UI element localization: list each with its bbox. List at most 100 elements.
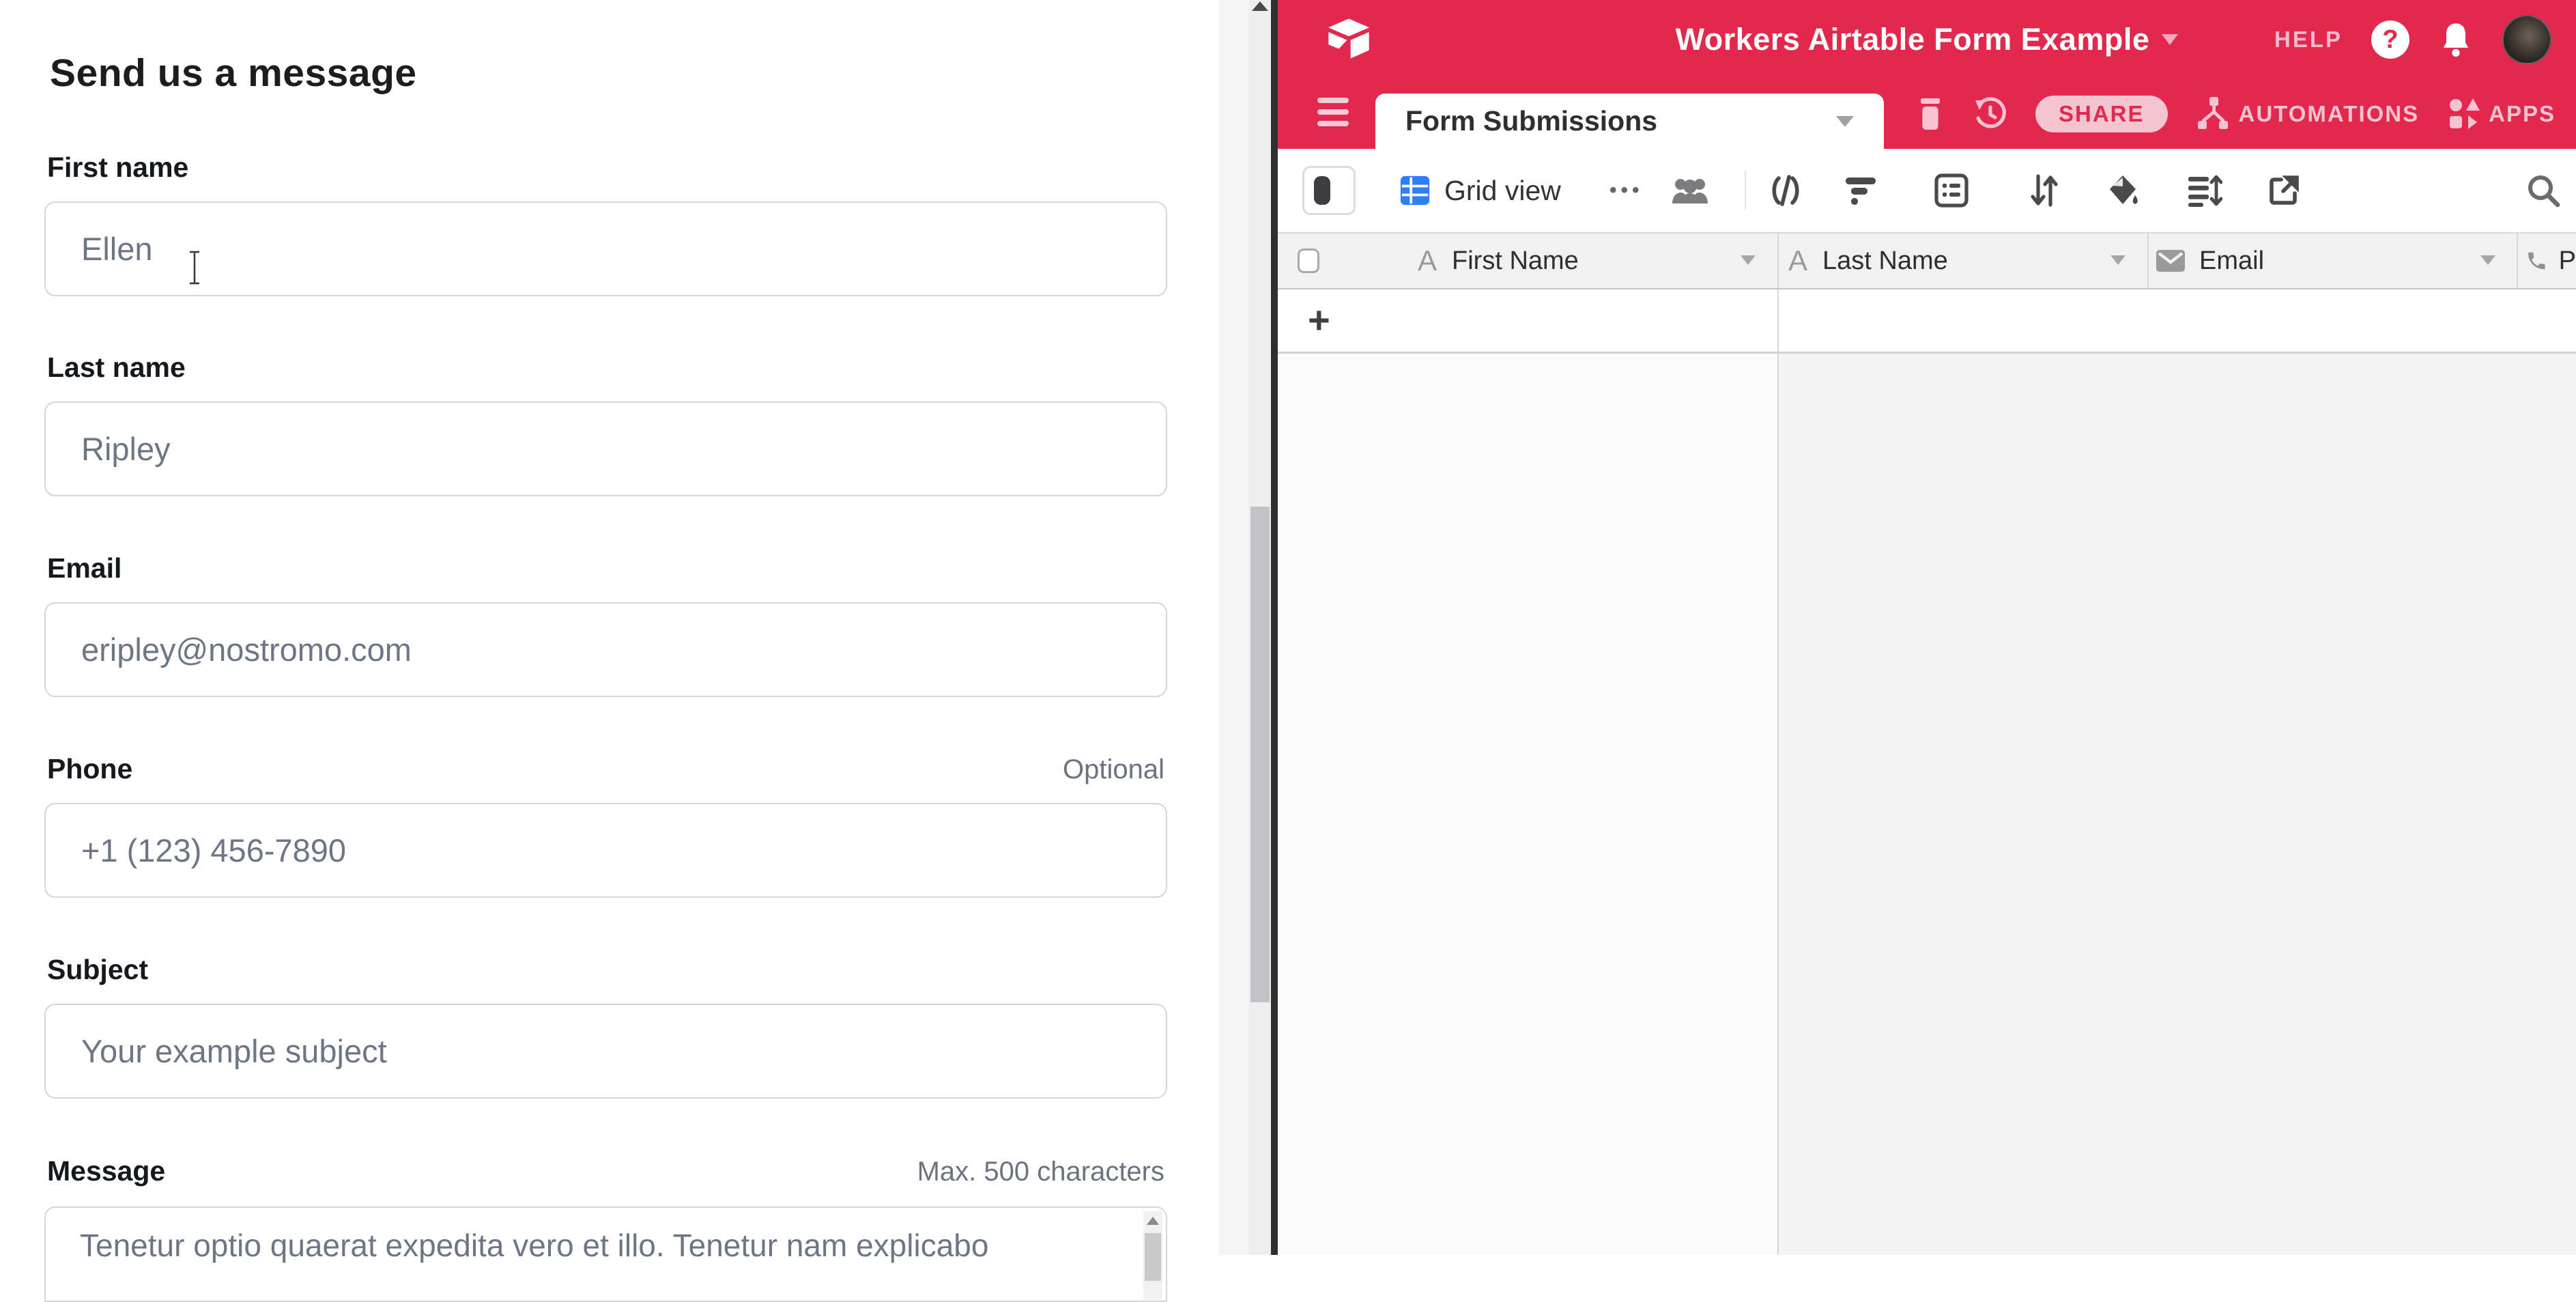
first-name-label: First name — [47, 152, 188, 184]
message-label: Message — [47, 1155, 165, 1187]
scrollbar-up-arrow-icon[interactable] — [1252, 1, 1268, 11]
table-tab-label: Form Submissions — [1405, 105, 1657, 137]
grid-view-button[interactable]: Grid view — [1399, 149, 1561, 232]
color-icon — [2106, 173, 2141, 208]
automations-label: AUTOMATIONS — [2239, 101, 2420, 127]
trash-icon[interactable] — [1915, 97, 1945, 131]
help-menu[interactable]: HELP — [2274, 27, 2343, 53]
column-name: First Name — [1452, 246, 1579, 276]
share-button-label: SHARE — [2059, 101, 2145, 127]
grid-body-first-column — [1278, 354, 1777, 1255]
message-maxchars-note: Max. 500 characters — [917, 1157, 1164, 1187]
apps-icon — [2446, 96, 2482, 132]
column-header-first-name[interactable]: A First Name — [1418, 233, 1777, 288]
column-caret-icon[interactable] — [2110, 255, 2126, 265]
first-name-group: First name — [44, 152, 1167, 296]
table-tab-form-submissions[interactable]: Form Submissions — [1375, 94, 1884, 149]
search-icon — [2525, 173, 2561, 208]
grid-view-icon — [1399, 175, 1431, 206]
phone-label: Phone — [47, 753, 132, 785]
select-all-checkbox[interactable] — [1298, 249, 1319, 273]
filter-button[interactable] — [1844, 149, 1877, 232]
view-more-button[interactable]: ••• — [1609, 149, 1644, 232]
hide-fields-icon — [1768, 174, 1803, 207]
add-record-plus-icon[interactable]: + — [1308, 298, 1330, 342]
help-question-icon[interactable]: ? — [2371, 20, 2409, 59]
notifications-bell-icon[interactable] — [2438, 20, 2474, 59]
column-divider — [1777, 354, 1779, 1255]
view-toolbar: Grid view ••• — [1278, 149, 2576, 232]
row-height-icon — [2187, 174, 2222, 207]
automations-button[interactable]: AUTOMATIONS — [2195, 96, 2420, 132]
automations-icon — [2195, 96, 2232, 132]
message-scrollbar[interactable] — [1143, 1211, 1162, 1300]
last-name-input[interactable] — [44, 401, 1167, 496]
group-button[interactable] — [1934, 149, 1969, 232]
grid-view-label: Grid view — [1444, 175, 1561, 207]
user-avatar[interactable] — [2502, 15, 2551, 64]
column-header-email[interactable]: Email — [2156, 233, 2470, 288]
row-height-button[interactable] — [2187, 149, 2222, 232]
phone-group: Phone Optional — [44, 753, 1167, 898]
column-divider[interactable] — [2517, 233, 2518, 288]
first-name-input[interactable] — [44, 201, 1167, 296]
contact-form-pane: Send us a message First name Last name E… — [0, 0, 1219, 1255]
message-textarea[interactable]: Tenetur optio quaerat expedita vero et i… — [44, 1206, 1167, 1302]
text-cursor-icon — [186, 250, 203, 285]
history-icon[interactable] — [1973, 96, 2008, 132]
page-scrollbar-thumb[interactable] — [1250, 507, 1270, 1002]
airtable-pane: Workers Airtable Form Example HELP ? For… — [1278, 0, 2576, 1255]
text-field-type-icon: A — [1788, 244, 1807, 277]
apps-button[interactable]: APPS — [2446, 96, 2556, 132]
subject-group: Subject — [44, 954, 1167, 1099]
share-view-button[interactable] — [2267, 149, 2300, 232]
phone-input[interactable] — [44, 803, 1167, 898]
base-title[interactable]: Workers Airtable Form Example — [1676, 22, 2150, 57]
sort-icon — [2029, 173, 2060, 208]
column-name: Email — [2199, 246, 2264, 276]
collaborators-button[interactable] — [1671, 149, 1709, 232]
scroll-up-arrow-icon[interactable] — [1147, 1217, 1159, 1225]
column-divider[interactable] — [2147, 233, 2149, 288]
group-icon — [1934, 173, 1969, 208]
search-button[interactable] — [2525, 149, 2561, 232]
form-pane-gutter — [1219, 0, 1249, 1255]
email-field-type-icon — [2156, 249, 2186, 272]
airtable-tab-row: Form Submissions SHARE — [1278, 79, 2576, 149]
table-tab-caret-icon[interactable] — [1836, 116, 1854, 127]
view-sidebar-toggle-button[interactable] — [1302, 166, 1356, 215]
sidebar-menu-icon[interactable] — [1317, 98, 1349, 126]
message-text: Tenetur optio quaerat expedita vero et i… — [80, 1227, 988, 1264]
share-view-icon — [2267, 174, 2300, 207]
toolbar-divider — [1745, 171, 1746, 210]
last-name-label: Last name — [47, 352, 186, 384]
share-button[interactable]: SHARE — [2035, 96, 2168, 132]
page-scrollbar[interactable] — [1249, 0, 1271, 1255]
column-header-last-name[interactable]: A Last Name — [1788, 233, 2102, 288]
hide-fields-button[interactable] — [1768, 149, 1803, 232]
column-divider[interactable] — [1777, 233, 1779, 288]
phone-optional-note: Optional — [1063, 754, 1164, 785]
subject-input[interactable] — [44, 1004, 1167, 1099]
window-split-divider[interactable] — [1271, 0, 1278, 1255]
column-name: P — [2559, 246, 2576, 276]
grid-body — [1278, 354, 2576, 1255]
grid-header-row: A First Name A Last Name Email P — [1278, 232, 2576, 289]
email-group: Email — [44, 552, 1167, 697]
add-record-row[interactable]: + — [1278, 289, 2576, 354]
phone-field-type-icon — [2525, 245, 2548, 277]
last-name-group: Last name — [44, 352, 1167, 496]
form-heading: Send us a message — [50, 51, 417, 96]
sort-button[interactable] — [2029, 149, 2060, 232]
column-caret-icon[interactable] — [2480, 255, 2495, 265]
column-name: Last Name — [1822, 246, 1948, 276]
column-header-phone[interactable]: P — [2525, 233, 2576, 288]
column-divider — [1777, 289, 1779, 354]
message-scrollbar-thumb[interactable] — [1145, 1233, 1161, 1281]
column-caret-icon[interactable] — [1741, 255, 1756, 265]
apps-label: APPS — [2489, 101, 2556, 127]
email-input[interactable] — [44, 602, 1167, 697]
color-button[interactable] — [2106, 149, 2141, 232]
airtable-topbar: Workers Airtable Form Example HELP ? — [1278, 0, 2576, 79]
base-title-caret-icon[interactable] — [2162, 34, 2178, 45]
